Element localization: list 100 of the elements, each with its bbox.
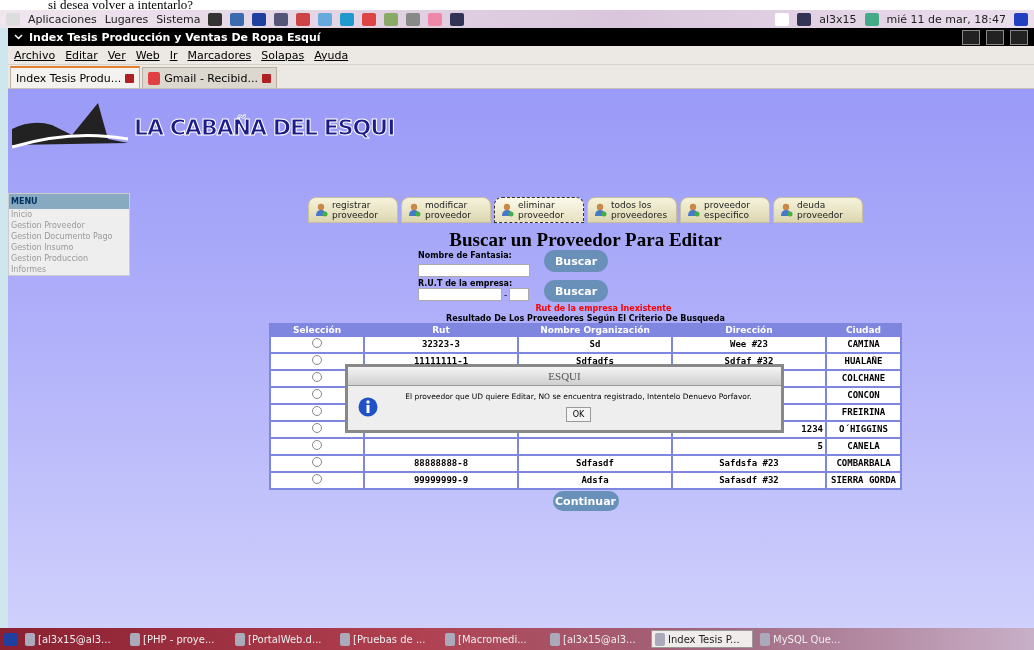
window-icon: [235, 632, 245, 646]
taskbar-item[interactable]: Index Tesis P...: [651, 630, 753, 648]
taskbar-item[interactable]: [PHP - proye...: [126, 630, 228, 648]
menu-item[interactable]: Ir: [169, 48, 178, 62]
panel-menu[interactable]: Aplicaciones: [28, 12, 97, 26]
table-cell: SIERRA GORDA: [827, 473, 900, 488]
ok-button[interactable]: OK: [565, 407, 592, 422]
panel-menu[interactable]: Sistema: [156, 12, 201, 26]
separator-text: -: [504, 289, 508, 300]
table-cell: CAMINA: [827, 337, 900, 352]
column-header: Ciudad: [844, 325, 883, 335]
results-caption: Resultado De Los Proveedores Según El Criterio De Busqueda: [446, 314, 725, 323]
table-cell: Sd: [519, 337, 671, 352]
table-cell: COMBARBALA: [827, 456, 900, 471]
panel-menu[interactable]: Lugares: [104, 12, 149, 26]
browser-tab[interactable]: Index Tesis Produ...: [10, 66, 141, 88]
nav-tab[interactable]: proveedor especifico: [680, 197, 770, 223]
error-text: Rut de la empresa Inexistente: [535, 304, 672, 313]
menu-item[interactable]: Archivo: [14, 48, 56, 62]
table-cell: Safdsfa #23: [673, 456, 825, 471]
table-cell: HUALAÑE: [827, 354, 900, 369]
browser-tab[interactable]: Gmail - Recibid...: [142, 67, 277, 88]
taskbar-item[interactable]: [Macromedi...: [441, 630, 543, 648]
chevron-down-icon[interactable]: [14, 34, 23, 40]
column-header: Rut: [431, 325, 451, 335]
table-cell: FREIRINA: [827, 405, 900, 420]
sidebar-title: MENU: [9, 194, 129, 209]
tab-close-icon[interactable]: [125, 73, 135, 83]
nav-tab[interactable]: eliminar proveedor: [494, 197, 584, 223]
table-cell: 32323-3: [365, 337, 517, 352]
tab-close-icon[interactable]: [261, 73, 271, 83]
column-header: Nombre Organización: [539, 325, 651, 335]
info-icon: [358, 397, 378, 417]
taskbar-item[interactable]: [PortalWeb.d...: [231, 630, 333, 648]
window-icon: [550, 632, 560, 646]
dialog-title: ESQUI: [348, 367, 781, 386]
taskbar-item[interactable]: [Pruebas de ...: [336, 630, 438, 648]
launcher-icon[interactable]: [252, 12, 267, 26]
maximize-button[interactable]: [986, 29, 1004, 45]
menu-item[interactable]: Marcadores: [187, 48, 252, 62]
window-title: Index Tesis Producción y Ventas De Ropa Esquí: [29, 30, 321, 44]
user-icon: [687, 203, 700, 217]
input-field[interactable]: [418, 264, 530, 277]
input-field[interactable]: [418, 288, 502, 301]
window-icon: [655, 632, 665, 646]
table-cell: COLCHANE: [827, 371, 900, 386]
nav-tab[interactable]: todos los proveedores: [587, 197, 677, 223]
window-icon: [25, 632, 35, 646]
user-icon: [315, 203, 328, 217]
radio-button[interactable]: [312, 474, 322, 484]
menu-item[interactable]: Ayuda: [314, 48, 349, 62]
radio-button[interactable]: [312, 389, 322, 399]
launcher-icon[interactable]: [450, 12, 465, 26]
table-cell: 88888888-8: [365, 456, 517, 471]
launcher-icon[interactable]: [230, 12, 245, 26]
radio-button[interactable]: [312, 457, 322, 467]
table-cell: O´HIGGINS: [827, 422, 900, 437]
user-icon: [594, 203, 607, 217]
tab-label: modificar proveedor: [425, 200, 473, 220]
column-header: Selección: [291, 325, 343, 335]
radio-button[interactable]: [312, 372, 322, 382]
taskbar-item[interactable]: [al3x15@al3...: [21, 630, 123, 648]
menu-item[interactable]: Web: [135, 48, 160, 62]
table-cell: 99999999-9: [365, 473, 517, 488]
field-label: R.U.T de la empresa:: [418, 279, 514, 288]
user-icon: [501, 203, 514, 217]
logo-text: LA CABAÑA DEL ESQUI: [134, 115, 395, 140]
minimize-button[interactable]: [962, 29, 980, 45]
table-cell: Wee #23: [673, 337, 825, 352]
user-name: al3x15: [819, 12, 857, 26]
radio-button[interactable]: [312, 406, 322, 416]
column-header: Dirección: [724, 325, 774, 335]
window-icon: [340, 632, 350, 646]
radio-button[interactable]: [312, 440, 322, 450]
table-cell: Safasdf #32: [673, 473, 825, 488]
window-icon: [130, 632, 140, 646]
nav-tab[interactable]: modificar proveedor: [401, 197, 491, 223]
page-heading: Buscar un Proveedor Para Editar: [449, 229, 722, 251]
radio-button[interactable]: [312, 338, 322, 348]
taskbar-item[interactable]: [al3x15@al3...: [546, 630, 648, 648]
radio-button[interactable]: [312, 355, 322, 365]
clock: mié 11 de mar, 18:47: [886, 12, 1006, 26]
table-cell: 5: [673, 439, 825, 454]
nav-tab[interactable]: registrar proveedor: [308, 197, 398, 223]
input-field[interactable]: [509, 288, 530, 301]
user-icon: [780, 203, 793, 217]
launcher-icon[interactable]: [274, 12, 289, 26]
tab-label: registrar proveedor: [332, 200, 380, 220]
menu-item[interactable]: Solapas: [261, 48, 305, 62]
caption-text: si desea volver a intentarlo?: [47, 0, 195, 10]
menu-item[interactable]: Ver: [107, 48, 126, 62]
window-icon: [445, 632, 455, 646]
close-button[interactable]: [1010, 29, 1028, 45]
menu-item[interactable]: Editar: [65, 48, 98, 62]
nav-tab[interactable]: deuda proveedor: [773, 197, 863, 223]
radio-button[interactable]: [312, 423, 322, 433]
launcher-icon[interactable]: [208, 12, 223, 26]
field-label: Nombre de Fantasia:: [418, 251, 513, 260]
table-cell: Adsfa: [519, 473, 671, 488]
applet-icon[interactable]: [797, 12, 812, 26]
